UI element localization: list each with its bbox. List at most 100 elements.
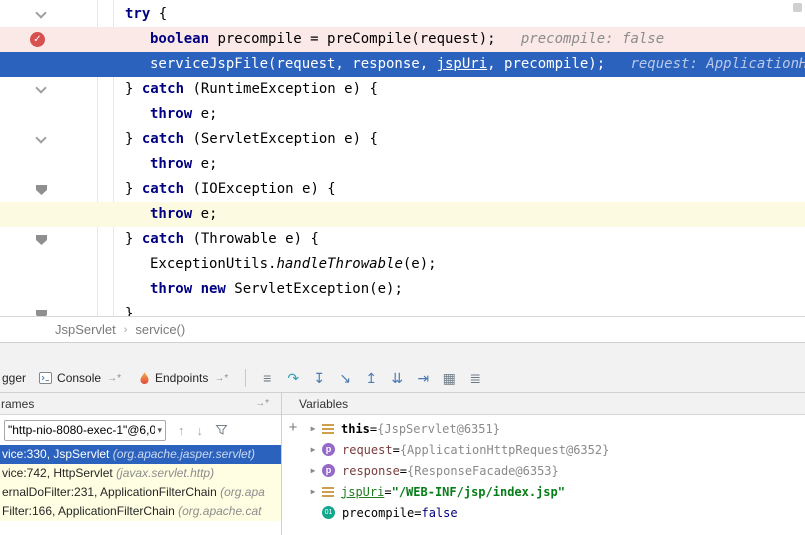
frames-panel: rames →* "http-nio-8080-exec-1"@6,0... ▾… xyxy=(0,393,282,535)
code-line[interactable]: throw e; xyxy=(0,202,805,227)
frames-toolbar: "http-nio-8080-exec-1"@6,0... ▾ ↑ ↓ xyxy=(0,415,281,445)
frame-location: Filter:166, ApplicationFilterChain xyxy=(2,504,178,518)
thread-selector[interactable]: "http-nio-8080-exec-1"@6,0... ▾ xyxy=(4,420,166,441)
fold-open-icon[interactable] xyxy=(35,7,46,18)
code-text: throw xyxy=(150,106,201,122)
fold-end-icon[interactable] xyxy=(36,235,47,245)
code-line[interactable]: try { xyxy=(0,2,805,27)
variable-row[interactable]: ▶prequest = {ApplicationHttpRequest@6352… xyxy=(304,439,805,460)
variables-body: + ▶this = {JspServlet@6351}▶prequest = {… xyxy=(282,415,805,535)
tab-console-badge: →* xyxy=(107,373,121,384)
code-line[interactable]: throw e; xyxy=(0,152,805,177)
code-line[interactable]: } catch (ServletException e) { xyxy=(0,127,805,152)
show-execution-point-icon[interactable]: ↷ xyxy=(280,370,306,387)
expand-chevron-icon[interactable]: ▶ xyxy=(304,466,322,475)
variable-row[interactable]: ▶jspUri = "/WEB-INF/jsp/index.jsp" xyxy=(304,481,805,502)
code-text: } xyxy=(125,181,142,197)
debug-toolbar: gger Console →* Endpoints →* ≡ xyxy=(0,364,805,392)
tab-console[interactable]: Console →* xyxy=(30,364,130,392)
previous-frame-icon[interactable]: ↑ xyxy=(178,423,185,438)
code-text: e; xyxy=(201,106,218,122)
code-text: ExceptionUtils. xyxy=(150,256,276,272)
chevron-down-icon: ▾ xyxy=(157,425,162,436)
code-line[interactable]: throw e; xyxy=(0,102,805,127)
code-line[interactable]: } xyxy=(0,302,805,316)
frame-row[interactable]: ernalDoFilter:231, ApplicationFilterChai… xyxy=(0,483,281,502)
frame-location: vice:330, JspServlet xyxy=(2,447,113,461)
flame-icon xyxy=(139,372,150,385)
frame-location: vice:742, HttpServlet xyxy=(2,466,116,480)
parameter-icon: p xyxy=(322,443,335,456)
code-text: catch xyxy=(142,81,193,97)
code-text: catch xyxy=(142,231,193,247)
tab-debugger-partial[interactable]: gger xyxy=(0,371,30,385)
equals-sign: = xyxy=(370,422,377,436)
variable-value: {JspServlet@6351} xyxy=(377,422,500,436)
tab-endpoints[interactable]: Endpoints →* xyxy=(130,364,237,392)
value-icon xyxy=(322,487,334,489)
run-to-cursor-icon[interactable]: ⇥ xyxy=(410,370,436,387)
mute-breakpoints-icon[interactable]: ≣ xyxy=(462,370,488,387)
expand-chevron-icon[interactable]: ▶ xyxy=(304,445,322,454)
code-line[interactable]: serviceJspFile(request, response, jspUri… xyxy=(0,52,805,77)
step-over-icon[interactable]: ↧ xyxy=(306,370,332,387)
code-text: e; xyxy=(201,156,218,172)
code-text: handleThrowable xyxy=(276,256,402,272)
variables-panel-header: Variables xyxy=(282,393,805,415)
breadcrumb-separator-icon: › xyxy=(124,324,128,336)
breakpoint-icon[interactable]: ✓ xyxy=(30,32,45,47)
frame-package: (org.apache.jasper.servlet) xyxy=(113,447,255,461)
fold-open-icon[interactable] xyxy=(35,82,46,93)
code-line[interactable]: ExceptionUtils.handleThrowable(e); xyxy=(0,252,805,277)
variable-row[interactable]: 01precompile = false xyxy=(304,502,805,523)
force-step-into-icon[interactable]: ⇊ xyxy=(384,370,410,387)
code-line[interactable]: } catch (IOException e) { xyxy=(0,177,805,202)
variable-name: request xyxy=(342,443,393,457)
code-text: } xyxy=(125,306,133,316)
frames-pin-icon[interactable]: →* xyxy=(255,398,269,409)
code-text: ServletException(e); xyxy=(234,281,403,297)
step-out-icon[interactable]: ↥ xyxy=(358,370,384,387)
expand-chevron-icon[interactable]: ▶ xyxy=(304,487,322,496)
code-text: , precompile); xyxy=(487,56,613,72)
code-line[interactable]: ✓boolean precompile = preCompile(request… xyxy=(0,27,805,52)
code-line[interactable]: throw new ServletException(e); xyxy=(0,277,805,302)
variables-panel-title: Variables xyxy=(299,397,348,411)
filter-frames-icon[interactable] xyxy=(215,424,228,436)
code-text: (Throwable e) { xyxy=(192,231,318,247)
frame-package: (javax.servlet.http) xyxy=(116,466,214,480)
hamburger-menu-icon[interactable]: ≡ xyxy=(254,370,280,386)
variable-row[interactable]: ▶this = {JspServlet@6351} xyxy=(304,418,805,439)
variables-panel: Variables + ▶this = {JspServlet@6351}▶pr… xyxy=(282,393,805,535)
view-breakpoints-icon[interactable]: ▦ xyxy=(436,370,462,387)
next-frame-icon[interactable]: ↓ xyxy=(197,423,204,438)
equals-sign: = xyxy=(384,485,391,499)
code-text: (IOException e) { xyxy=(192,181,335,197)
frame-location: ernalDoFilter:231, ApplicationFilterChai… xyxy=(2,485,220,499)
thread-selector-value: "http-nio-8080-exec-1"@6,0... xyxy=(8,423,155,437)
frames-list: vice:330, JspServlet (org.apache.jasper.… xyxy=(0,445,281,535)
step-into-icon[interactable]: ↘ xyxy=(332,370,358,387)
code-text: throw xyxy=(150,156,201,172)
frame-row[interactable]: vice:330, JspServlet (org.apache.jasper.… xyxy=(0,445,281,464)
frame-row[interactable]: vice:742, HttpServlet (javax.servlet.htt… xyxy=(0,464,281,483)
fold-end-icon[interactable] xyxy=(36,185,47,195)
add-watch-icon[interactable]: + xyxy=(289,419,298,436)
frame-row[interactable]: Filter:166, ApplicationFilterChain (org.… xyxy=(0,502,281,521)
code-line[interactable]: } catch (RuntimeException e) { xyxy=(0,77,805,102)
code-text: (e); xyxy=(403,256,437,272)
breadcrumb-class[interactable]: JspServlet xyxy=(55,322,116,337)
variable-row[interactable]: ▶presponse = {ResponseFacade@6353} xyxy=(304,460,805,481)
fold-end-icon[interactable] xyxy=(36,310,47,316)
editor-scrollbar[interactable] xyxy=(793,3,802,12)
value-icon xyxy=(322,424,334,426)
tab-endpoints-badge: →* xyxy=(214,373,228,384)
fold-open-icon[interactable] xyxy=(35,132,46,143)
expand-chevron-icon[interactable]: ▶ xyxy=(304,424,322,433)
breadcrumb-method[interactable]: service() xyxy=(135,322,185,337)
variables-list: ▶this = {JspServlet@6351}▶prequest = {Ap… xyxy=(304,415,805,535)
code-line[interactable]: } catch (Throwable e) { xyxy=(0,227,805,252)
code-text: try xyxy=(125,6,159,22)
code-editor[interactable]: try {✓boolean precompile = preCompile(re… xyxy=(0,0,805,316)
variable-value: "/WEB-INF/jsp/index.jsp" xyxy=(392,485,565,499)
